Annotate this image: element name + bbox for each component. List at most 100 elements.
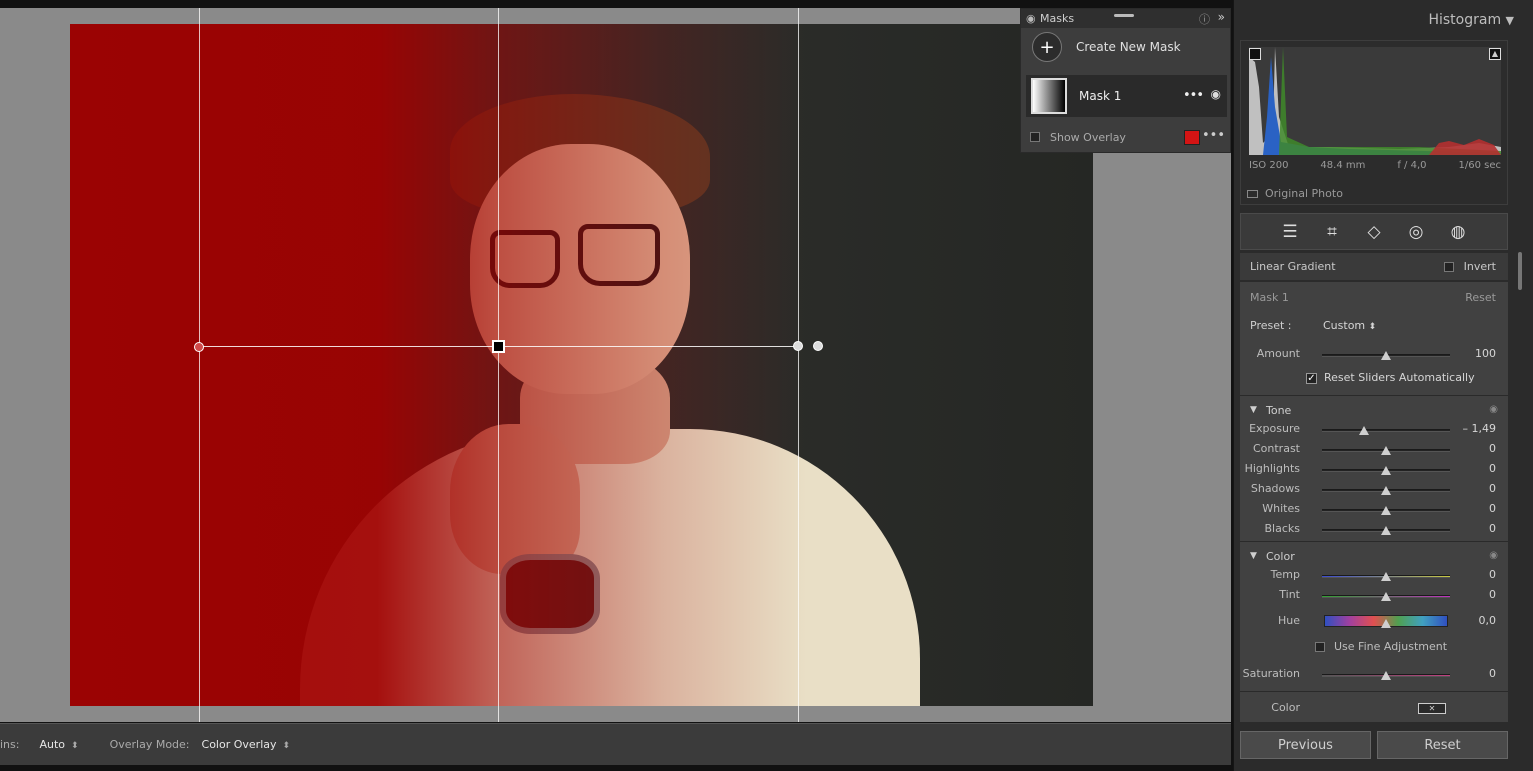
amount-slider[interactable]	[1322, 351, 1450, 360]
saturation-value[interactable]: 0	[1489, 667, 1496, 680]
whites-value[interactable]: 0	[1489, 502, 1496, 515]
invert-checkbox[interactable]	[1443, 261, 1454, 272]
highlights-slider-thumb[interactable]	[1381, 466, 1391, 475]
amount-value[interactable]: 100	[1475, 347, 1496, 360]
drag-handle-icon[interactable]	[1114, 14, 1134, 17]
shadows-slider-thumb[interactable]	[1381, 486, 1391, 495]
hue-slider[interactable]	[1324, 615, 1448, 628]
temp-label: Temp	[1270, 568, 1300, 581]
gradient-rotate-handle[interactable]	[813, 341, 823, 351]
overlay-mode-value: Color Overlay	[201, 738, 277, 751]
contrast-slider[interactable]	[1322, 446, 1450, 455]
fine-adjust-checkbox[interactable]	[1315, 642, 1325, 652]
gradient-start-handle[interactable]	[194, 342, 204, 352]
crop-icon[interactable]: ⌗	[1322, 222, 1342, 242]
temp-value[interactable]: 0	[1489, 568, 1496, 581]
overlay-options-icon[interactable]: •••	[1202, 128, 1225, 143]
collapse-icon[interactable]: »	[1218, 10, 1225, 24]
masks-header[interactable]: ◉ Masks ⓘ »	[1021, 9, 1230, 28]
highlights-slider[interactable]	[1322, 466, 1450, 475]
redeye-icon[interactable]: ◎	[1406, 222, 1426, 242]
contrast-slider-row: Contrast 0	[1240, 442, 1508, 460]
invert-label: Invert	[1463, 260, 1496, 273]
gradient-start-line[interactable]	[199, 8, 200, 722]
gradient-end-handle[interactable]	[793, 341, 803, 351]
sliders-icon[interactable]: ☰	[1280, 222, 1300, 242]
whites-slider-thumb[interactable]	[1381, 506, 1391, 515]
color-swatch[interactable]: ✕	[1418, 703, 1446, 714]
contrast-value[interactable]: 0	[1489, 442, 1496, 455]
reset-sliders-label: Reset Sliders Automatically	[1324, 371, 1475, 384]
shadows-slider-row: Shadows 0	[1240, 482, 1508, 500]
reset-button[interactable]: Reset	[1377, 731, 1508, 759]
shadows-value[interactable]: 0	[1489, 482, 1496, 495]
shadow-clipping-icon[interactable]	[1249, 48, 1261, 60]
exposure-value[interactable]: – 1,49	[1463, 422, 1497, 435]
contrast-label: Contrast	[1252, 442, 1300, 455]
linear-gradient-header: Linear Gradient Invert	[1240, 253, 1508, 280]
panel-scrollbar[interactable]	[1518, 252, 1522, 290]
saturation-slider-thumb[interactable]	[1381, 671, 1391, 680]
tint-value[interactable]: 0	[1489, 588, 1496, 601]
shutter-value: 1/60 sec	[1458, 160, 1501, 171]
overlay-color-swatch[interactable]	[1184, 130, 1200, 145]
tone-section-header[interactable]: ▼ Tone ◉	[1240, 404, 1508, 422]
color-section-header[interactable]: ▼ Color ◉	[1240, 550, 1508, 568]
tint-slider-thumb[interactable]	[1381, 592, 1391, 601]
hue-value[interactable]: 0,0	[1479, 614, 1497, 627]
original-photo-checkbox[interactable]	[1247, 189, 1258, 198]
highlights-value[interactable]: 0	[1489, 462, 1496, 475]
updown-icon: ⬍	[71, 741, 79, 751]
exposure-slider-thumb[interactable]	[1359, 426, 1370, 435]
tint-slider[interactable]	[1322, 592, 1450, 601]
exposure-slider[interactable]	[1322, 426, 1450, 435]
hue-slider-thumb[interactable]	[1381, 619, 1391, 628]
contrast-slider-thumb[interactable]	[1381, 446, 1391, 455]
tint-label: Tint	[1279, 588, 1300, 601]
blacks-slider[interactable]	[1322, 526, 1450, 535]
hue-label: Hue	[1277, 614, 1300, 627]
gradient-end-line[interactable]	[798, 8, 799, 722]
temp-slider-thumb[interactable]	[1381, 572, 1391, 581]
color-visibility-icon[interactable]: ◉	[1489, 550, 1498, 561]
invert-toggle[interactable]: Invert	[1443, 260, 1496, 273]
mask-list-item[interactable]: Mask 1 ••• ◉	[1026, 75, 1227, 117]
bottom-toolbar: ins: Auto ⬍ Overlay Mode: Color Overlay ⬍	[0, 723, 1231, 765]
gradient-center-line[interactable]	[498, 8, 499, 722]
tone-visibility-icon[interactable]: ◉	[1489, 404, 1498, 415]
reset-sliders-checkbox[interactable]: ✓	[1306, 373, 1317, 384]
preset-value: Custom	[1323, 319, 1366, 332]
mask-reset-button[interactable]: Reset	[1465, 291, 1496, 304]
whites-slider[interactable]	[1322, 506, 1450, 515]
amount-slider-row: Amount 100	[1240, 347, 1508, 365]
more-options-icon[interactable]: •••	[1183, 88, 1204, 103]
previous-button[interactable]: Previous	[1240, 731, 1371, 759]
amount-slider-thumb[interactable]	[1381, 351, 1391, 360]
eye-icon[interactable]: ◉	[1026, 12, 1040, 25]
temp-slider[interactable]	[1322, 572, 1450, 581]
temp-slider-row: Temp 0	[1240, 568, 1508, 586]
preset-select[interactable]: Custom ⬍	[1323, 319, 1376, 332]
histogram-header[interactable]: Histogram ▼	[1234, 12, 1524, 28]
highlights-label: Highlights	[1244, 462, 1300, 475]
mask-settings-panel: Mask 1 Reset Preset : Custom ⬍ Amount 10…	[1240, 282, 1508, 722]
overlay-mode-select[interactable]: Color Overlay ⬍	[202, 738, 291, 751]
shadows-slider[interactable]	[1322, 486, 1450, 495]
original-photo-toggle[interactable]: Original Photo	[1247, 187, 1343, 200]
info-icon[interactable]: ⓘ	[1199, 11, 1210, 27]
create-new-mask-button[interactable]: + Create New Mask	[1021, 28, 1230, 66]
mask-name: Mask 1	[1079, 89, 1122, 103]
show-overlay-checkbox[interactable]	[1030, 132, 1040, 142]
gradient-center-pin[interactable]	[492, 340, 505, 353]
mask-visibility-icon[interactable]: ◉	[1211, 87, 1221, 101]
create-new-mask-label: Create New Mask	[1076, 40, 1181, 54]
tone-title: Tone	[1266, 404, 1292, 417]
saturation-slider[interactable]	[1322, 671, 1450, 680]
highlight-clipping-icon[interactable]: ▲	[1489, 48, 1501, 60]
eraser-icon[interactable]: ◇	[1364, 222, 1384, 242]
preset-label: Preset :	[1250, 319, 1292, 332]
blacks-slider-thumb[interactable]	[1381, 526, 1391, 535]
show-pins-select[interactable]: Auto ⬍	[39, 738, 78, 751]
blacks-value[interactable]: 0	[1489, 522, 1496, 535]
mask-icon[interactable]: ◍	[1448, 222, 1468, 242]
